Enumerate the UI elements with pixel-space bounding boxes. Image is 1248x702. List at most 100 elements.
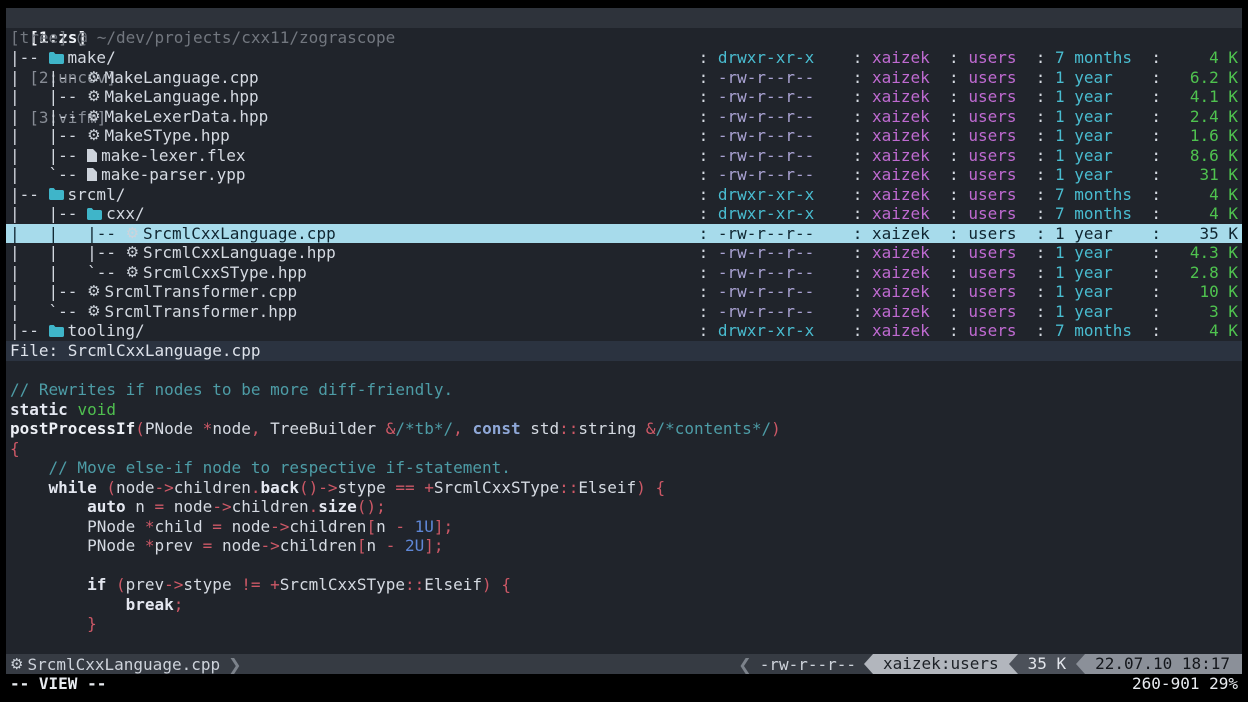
column-separator: : (1026, 146, 1055, 166)
column-separator: : (689, 146, 718, 166)
code-token: :: (559, 478, 578, 497)
tree-row[interactable]: | |-- cxx/ : drwxr-xr-x : xaizek : users… (6, 204, 1242, 224)
column-separator: : (939, 146, 968, 166)
file-permissions: drwxr-xr-x (718, 321, 843, 341)
status-permissions: -rw-r--r-- (760, 655, 856, 674)
code-token: stype (183, 575, 241, 594)
tree-row[interactable]: | | |-- SrcmlCxxLanguage.cpp : -rw-r--r-… (6, 224, 1242, 244)
file-name: SrcmlTransformer.cpp (105, 282, 298, 302)
file-name: SrcmlCxxLanguage.hpp (143, 243, 336, 263)
cpp-file-icon (87, 302, 100, 322)
code-token: ; (174, 595, 184, 614)
column-separator: : (689, 87, 718, 107)
file-name: SrcmlCxxSType.hpp (143, 263, 307, 283)
code-token: ) (636, 478, 646, 497)
column-separator: : (843, 185, 872, 205)
code-token: /*contents*/ (655, 419, 771, 438)
column-separator: : (1142, 321, 1171, 341)
tree-branch: | |-- (10, 204, 87, 224)
tree-branch: | |-- (10, 146, 87, 166)
column-separator: : (843, 302, 872, 322)
file-group: users (968, 185, 1026, 205)
tree-branch: |-- (10, 48, 49, 68)
file-modified-age: 1 year (1055, 243, 1142, 263)
code-token (10, 614, 87, 633)
file-size: 6.2 K (1171, 68, 1238, 88)
tree-row[interactable]: | `-- make-parser.ypp : -rw-r--r-- : xai… (6, 165, 1242, 185)
column-separator: : (843, 243, 872, 263)
tree-row[interactable]: | | |-- SrcmlCxxLanguage.hpp : -rw-r--r-… (6, 243, 1242, 263)
file-modified-age: 1 year (1055, 302, 1142, 322)
code-token: , (453, 419, 463, 438)
code-token: :: (405, 575, 424, 594)
file-owner: xaizek (872, 185, 939, 205)
file-name: SrcmlCxxLanguage.cpp (143, 224, 336, 244)
code-token: children (280, 536, 357, 555)
code-token: ( (116, 575, 126, 594)
code-preview-pane[interactable]: // Rewrites if nodes to be more diff-fri… (6, 361, 1242, 655)
file-modified-age: 7 months (1055, 185, 1142, 205)
code-token: * (145, 517, 155, 536)
file-permissions: -rw-r--r-- (718, 126, 843, 146)
file-permissions: -rw-r--r-- (718, 263, 843, 283)
tree-row[interactable]: | `-- SrcmlTransformer.hpp : -rw-r--r-- … (6, 302, 1242, 322)
code-token: -> (270, 517, 289, 536)
tree-row[interactable]: | |-- MakeLanguage.cpp : -rw-r--r-- : xa… (6, 68, 1242, 88)
file-name: MakeLanguage.hpp (105, 87, 259, 107)
code-token: break (126, 595, 174, 614)
file-permissions: -rw-r--r-- (718, 243, 843, 263)
file-size: 8.6 K (1171, 146, 1238, 166)
column-separator: : (1142, 146, 1171, 166)
tree-branch: | |-- (10, 107, 87, 127)
tree-row[interactable]: |-- tooling/ : drwxr-xr-x : xaizek : use… (6, 321, 1242, 341)
column-separator: : (689, 107, 718, 127)
code-token: } (87, 614, 97, 633)
tree-branch: | | `-- (10, 263, 126, 283)
tree-row[interactable]: |-- make/ : drwxr-xr-x : xaizek : users … (6, 48, 1242, 68)
column-separator: : (843, 87, 872, 107)
cpp-file-icon (126, 224, 139, 244)
file-owner: xaizek (872, 263, 939, 283)
file-name-cell: | |-- MakeLanguage.hpp (10, 87, 689, 107)
code-token: while (49, 478, 97, 497)
preview-file-title: File: SrcmlCxxLanguage.cpp (10, 341, 260, 360)
tree-row[interactable]: | |-- MakeLexerData.hpp : -rw-r--r-- : x… (6, 107, 1242, 127)
column-separator: : (1026, 48, 1055, 68)
file-group: users (968, 263, 1026, 283)
column-separator: : (1142, 263, 1171, 283)
column-separator: : (1142, 224, 1171, 244)
code-token: ( (106, 478, 116, 497)
column-separator: : (939, 224, 968, 244)
file-name-cell: | | `-- SrcmlCxxSType.hpp (10, 263, 689, 283)
column-separator: : (1142, 185, 1171, 205)
file-size: 10 K (1171, 282, 1238, 302)
tree-branch: | |-- (10, 282, 87, 302)
column-separator: : (689, 126, 718, 146)
tree-row[interactable]: |-- srcml/ : drwxr-xr-x : xaizek : users… (6, 185, 1242, 205)
file-modified-age: 1 year (1055, 224, 1142, 244)
tree-row[interactable]: | |-- MakeSType.hpp : -rw-r--r-- : xaize… (6, 126, 1242, 146)
cpp-file-icon (87, 126, 100, 146)
tmux-status-bar: [1:zs] [2:uncov] [3:vifm] (6, 8, 1242, 28)
column-separator: : (1026, 204, 1055, 224)
code-token: -> (260, 536, 279, 555)
column-separator: : (1026, 224, 1055, 244)
file-size: 31 K (1171, 165, 1238, 185)
file-size: 35 K (1171, 224, 1238, 244)
tree-row[interactable]: | |-- make-lexer.flex : -rw-r--r-- : xai… (6, 146, 1242, 166)
tree-row[interactable]: | |-- MakeLanguage.hpp : -rw-r--r-- : xa… (6, 87, 1242, 107)
code-token (68, 400, 78, 419)
file-permissions: -rw-r--r-- (718, 282, 843, 302)
file-name-cell: | |-- SrcmlTransformer.cpp (10, 282, 689, 302)
code-token: = (155, 497, 165, 516)
file-name: make/ (68, 48, 116, 68)
tree-row[interactable]: | |-- SrcmlTransformer.cpp : -rw-r--r-- … (6, 282, 1242, 302)
column-separator: : (939, 87, 968, 107)
file-size: 4 K (1171, 48, 1238, 68)
file-permissions: drwxr-xr-x (718, 185, 843, 205)
code-token: const (472, 419, 520, 438)
code-token: ) (482, 575, 492, 594)
tree-row[interactable]: | | `-- SrcmlCxxSType.hpp : -rw-r--r-- :… (6, 263, 1242, 283)
mode-line: -- VIEW -- 260-901 29% (6, 674, 1242, 694)
file-modified-age: 7 months (1055, 204, 1142, 224)
